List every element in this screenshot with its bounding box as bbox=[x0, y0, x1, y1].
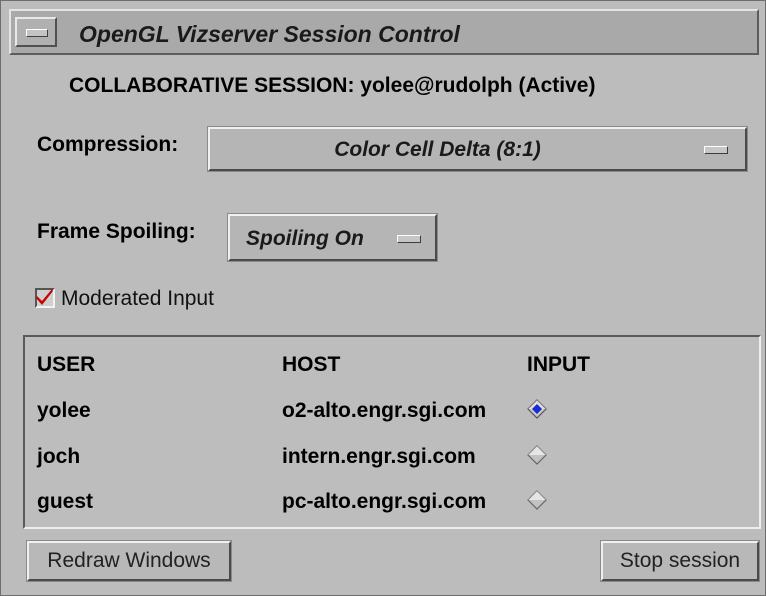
input-radio-joch[interactable] bbox=[527, 445, 547, 465]
diamond-radio-icon bbox=[527, 490, 547, 510]
moderated-input-label: Moderated Input bbox=[61, 287, 214, 310]
window-title: OpenGL Vizserver Session Control bbox=[79, 21, 460, 47]
window-menu-button[interactable] bbox=[15, 17, 57, 47]
frame-spoiling-value: Spoiling On bbox=[246, 227, 364, 250]
option-menu-indicator-icon bbox=[704, 146, 728, 154]
title-bar[interactable]: OpenGL Vizserver Session Control bbox=[9, 9, 759, 55]
frame-spoiling-option-menu[interactable]: Spoiling On bbox=[228, 214, 437, 261]
table-row-host: intern.engr.sgi.com bbox=[282, 445, 476, 468]
table-row-user: guest bbox=[37, 490, 94, 513]
diamond-radio-icon bbox=[527, 445, 547, 465]
stop-session-button[interactable]: Stop session bbox=[601, 541, 759, 581]
user-list: USER HOST INPUT yolee o2-alto.engr.sgi.c… bbox=[23, 335, 761, 529]
table-row-user: joch bbox=[37, 445, 81, 468]
session-status-label: COLLABORATIVE SESSION: yolee@rudolph (Ac… bbox=[69, 74, 596, 97]
compression-option-menu[interactable]: Color Cell Delta (8:1) bbox=[208, 127, 747, 171]
table-row-user: yolee bbox=[37, 399, 91, 422]
checkmark-icon bbox=[36, 289, 53, 305]
compression-value: Color Cell Delta (8:1) bbox=[334, 138, 541, 161]
diamond-radio-icon bbox=[527, 399, 547, 419]
window-menu-icon bbox=[26, 29, 48, 37]
input-radio-guest[interactable] bbox=[527, 490, 547, 510]
column-header-input: INPUT bbox=[527, 353, 590, 376]
option-menu-indicator-icon bbox=[397, 235, 421, 243]
column-header-host: HOST bbox=[282, 353, 341, 376]
session-control-window: OpenGL Vizserver Session Control COLLABO… bbox=[0, 0, 766, 596]
moderated-input-checkbox[interactable] bbox=[35, 288, 55, 308]
column-header-user: USER bbox=[37, 353, 96, 376]
table-row-host: o2-alto.engr.sgi.com bbox=[282, 399, 487, 422]
compression-label: Compression: bbox=[37, 133, 179, 156]
table-row-host: pc-alto.engr.sgi.com bbox=[282, 490, 487, 513]
input-radio-yolee[interactable] bbox=[527, 399, 547, 419]
redraw-windows-button[interactable]: Redraw Windows bbox=[27, 541, 231, 581]
frame-spoiling-label: Frame Spoiling: bbox=[37, 220, 196, 243]
